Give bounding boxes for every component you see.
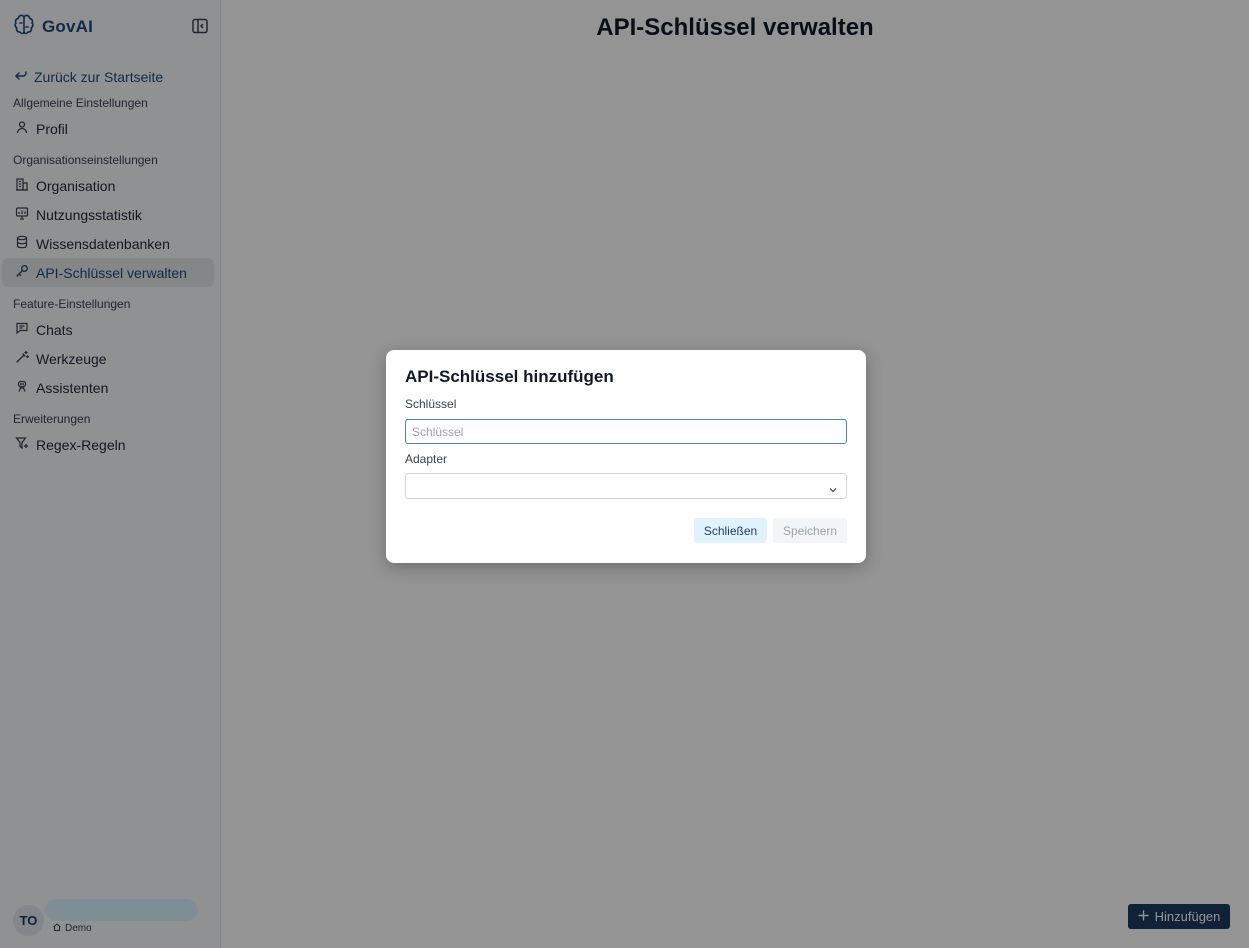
add-api-key-dialog: API-Schlüssel hinzufügen Schlüssel Adapt…	[386, 350, 866, 563]
save-button[interactable]: Speichern	[773, 518, 847, 543]
key-input[interactable]	[405, 419, 847, 444]
dialog-title: API-Schlüssel hinzufügen	[405, 367, 614, 386]
chevron-down-icon	[828, 482, 838, 493]
close-button[interactable]: Schließen	[694, 518, 767, 543]
adapter-field-label: Adapter	[405, 452, 448, 466]
key-field-label: Schlüssel	[405, 397, 457, 411]
adapter-select[interactable]	[405, 473, 847, 499]
